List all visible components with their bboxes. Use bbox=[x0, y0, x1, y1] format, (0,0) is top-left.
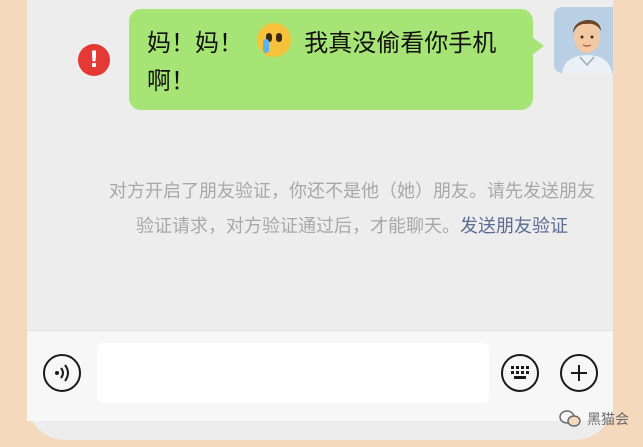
message-text-part3: 啊！ bbox=[147, 67, 195, 95]
send-failed-icon[interactable]: ! bbox=[78, 44, 110, 76]
message-text-part1: 妈！妈！ bbox=[147, 29, 243, 57]
keyboard-icon bbox=[511, 366, 529, 379]
input-bar bbox=[27, 330, 613, 421]
avatar-illustration-icon bbox=[554, 7, 613, 73]
crying-face-emoji-icon bbox=[256, 23, 291, 57]
voice-icon bbox=[55, 364, 69, 382]
message-bubble[interactable]: 妈！妈！ 我真没偷看你手机 啊！ bbox=[129, 9, 544, 110]
watermark-label: 黑猫会 bbox=[587, 412, 629, 428]
plus-icon bbox=[571, 365, 587, 381]
message-area: ! 妈！妈！ 我真没偷看你手机 啊！ 对方开启了朋友验证，你还不是他（她）朋友。… bbox=[27, 0, 613, 290]
message-input[interactable] bbox=[97, 343, 489, 403]
watermark: 黑猫会 bbox=[559, 409, 629, 429]
message-text-part2: 我真没偷看你手机 bbox=[304, 29, 497, 57]
more-button[interactable] bbox=[560, 354, 598, 392]
avatar[interactable] bbox=[554, 7, 613, 73]
wechat-icon bbox=[559, 410, 581, 427]
send-verification-link[interactable]: 发送朋友验证 bbox=[460, 216, 568, 237]
voice-button[interactable] bbox=[43, 354, 81, 392]
keyboard-button[interactable] bbox=[501, 354, 539, 392]
friend-verification-notice: 对方开启了朋友验证，你还不是他（她）朋友。请先发送朋友验证请求，对方验证通过后，… bbox=[102, 174, 602, 244]
